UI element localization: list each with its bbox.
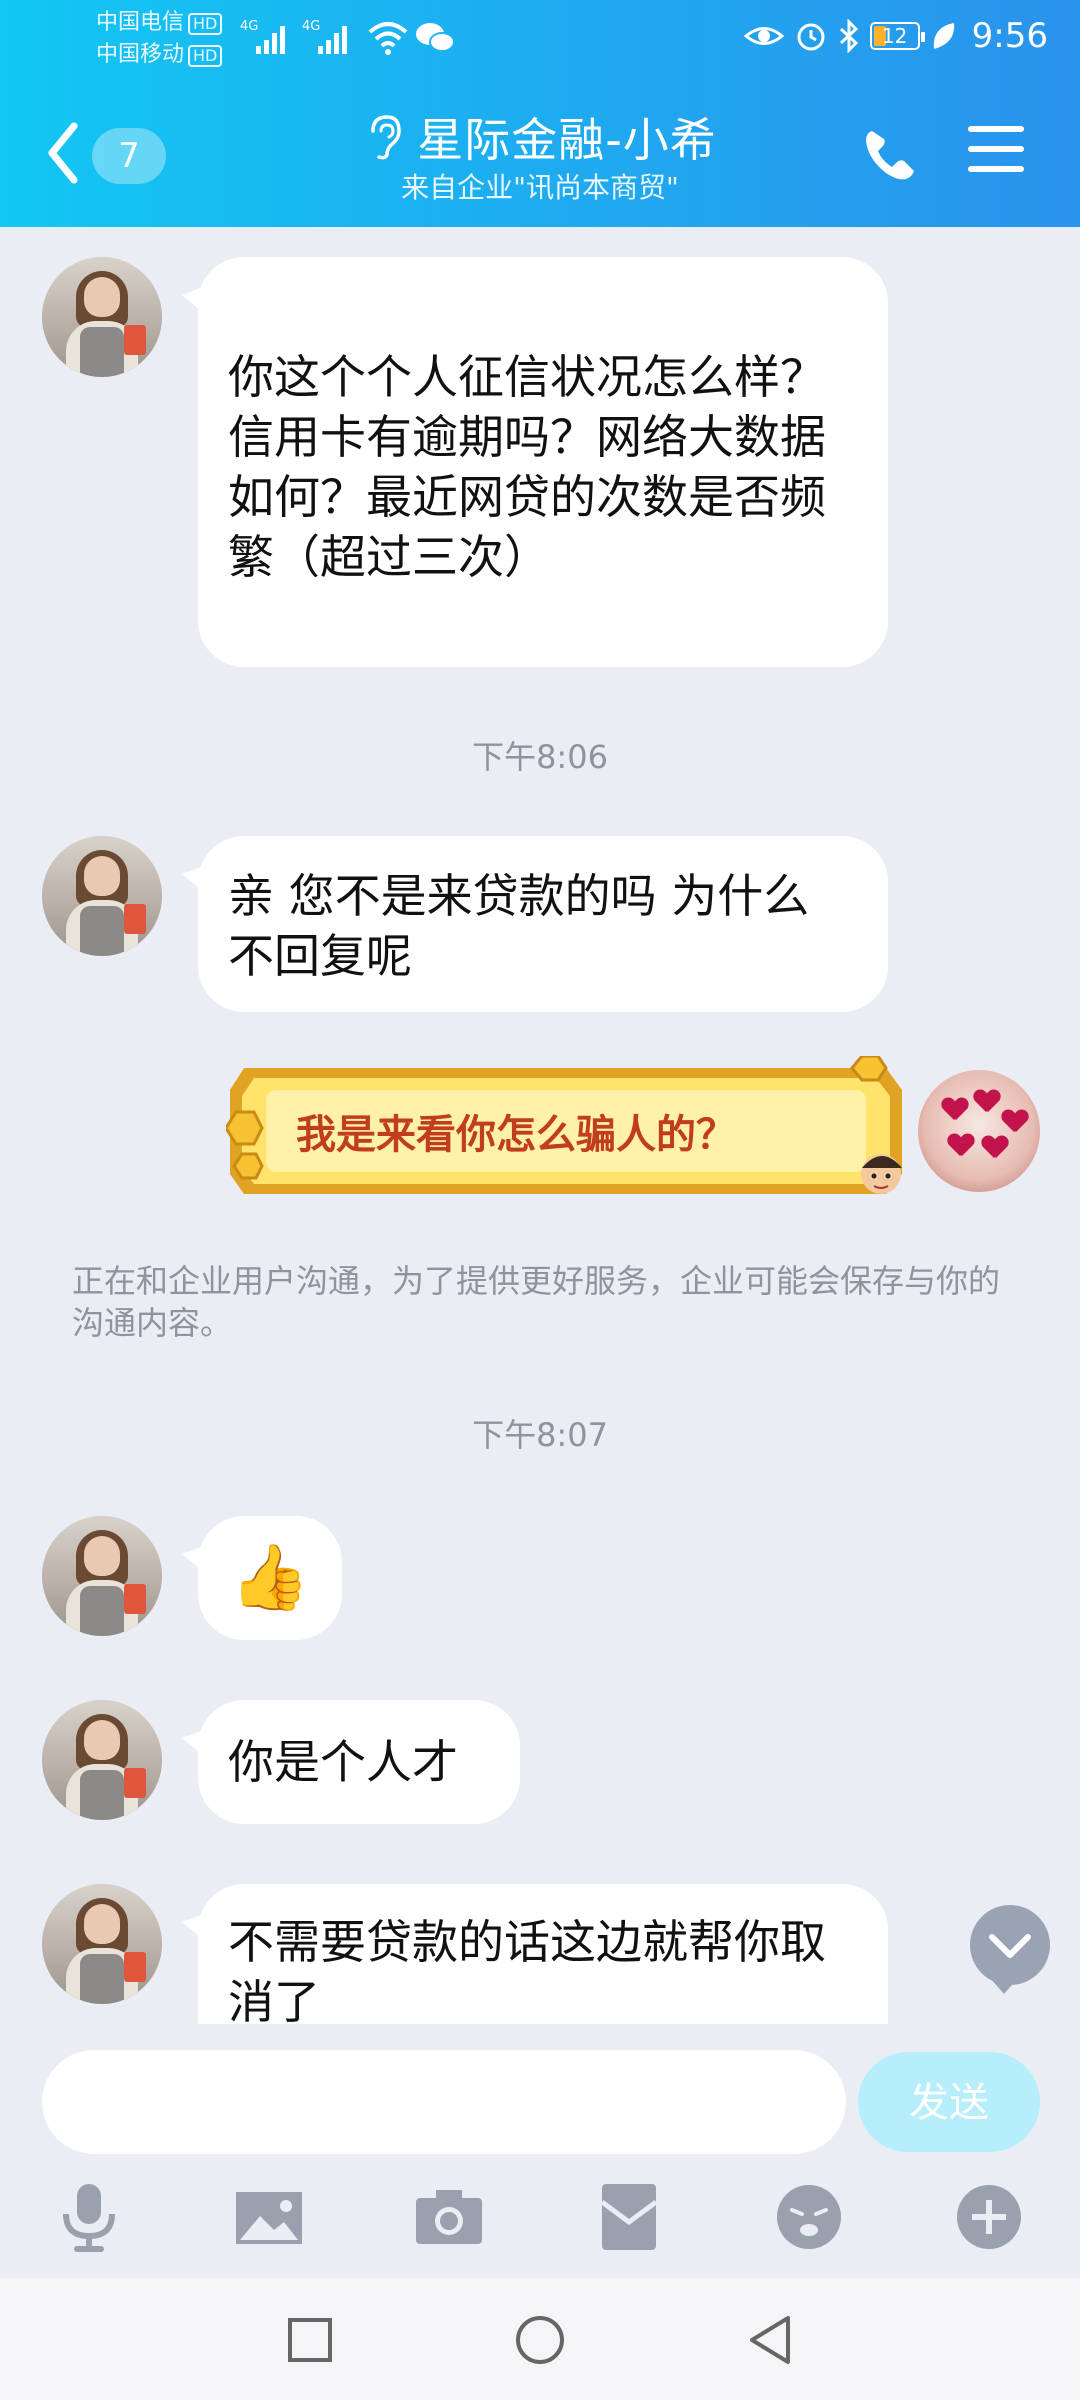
avatar[interactable] — [42, 1700, 162, 1820]
clock: 9:56 — [971, 16, 1048, 56]
message-text: 你这个个人征信状况怎么样？信用卡有逾期吗？网络大数据如何？最近网贷的次数是否频繁… — [228, 350, 826, 584]
message-input[interactable] — [42, 2050, 846, 2154]
emoji-icon[interactable] — [772, 2180, 846, 2254]
eye-icon — [743, 27, 784, 45]
message-bubble[interactable]: 你是个人才 — [182, 1700, 520, 1824]
menu-icon[interactable] — [968, 126, 1024, 178]
carrier-2: 中国移动 HD — [96, 40, 223, 70]
wechat-icon — [416, 23, 455, 52]
avatar[interactable] — [42, 1516, 162, 1636]
ear-icon — [371, 115, 401, 160]
system-navigation-bar — [0, 2278, 1080, 2400]
camera-icon[interactable] — [412, 2180, 486, 2254]
my-avatar[interactable] — [918, 1070, 1040, 1192]
hd-badge: HD — [188, 13, 223, 35]
microphone-icon[interactable] — [52, 2180, 126, 2254]
back-nav-icon[interactable] — [742, 2312, 798, 2368]
message-text: 亲 您不是来贷款的吗 为什么不回复呢 — [228, 869, 810, 983]
scroll-button-tail — [990, 1978, 1018, 1994]
home-icon[interactable] — [512, 2312, 568, 2368]
message-text: 不需要贷款的话这边就帮你取消了 — [228, 1915, 826, 2024]
sticker-message[interactable]: 我是来看你怎么骗人的？ — [226, 1056, 916, 1206]
privacy-notice: 正在和企业用户沟通，为了提供更好服务，企业可能会保存与你的沟通内容。 — [72, 1262, 1001, 1342]
send-button[interactable]: 发送 — [858, 2052, 1040, 2152]
leaf-icon — [933, 23, 954, 49]
timestamp: 下午8:06 — [472, 738, 608, 776]
message-bubble[interactable]: 亲 您不是来贷款的吗 为什么不回复呢 — [182, 836, 888, 1012]
carrier-2-label: 中国移动 — [96, 42, 185, 67]
message-bubble[interactable]: 你这个个人征信状况怎么样？信用卡有逾期吗？网络大数据如何？最近网贷的次数是否频繁… — [182, 257, 888, 667]
scroll-down-button[interactable] — [970, 1905, 1050, 1985]
battery-indicator: 12 — [869, 22, 925, 50]
message-bubble[interactable]: 👍 — [182, 1516, 342, 1640]
svg-text:4G: 4G — [240, 19, 258, 34]
carrier-1: 中国电信 HD — [96, 8, 223, 38]
chat-title[interactable]: 星际金融-小希 — [363, 104, 717, 170]
red-packet-icon[interactable] — [592, 2180, 666, 2254]
thumbs-up-icon: 👍 — [230, 1541, 310, 1615]
signal-icon: 4G — [240, 19, 285, 54]
carrier-1-label: 中国电信 — [96, 10, 185, 35]
chat-title-text: 星际金融-小希 — [417, 113, 717, 167]
wifi-icon — [368, 22, 408, 55]
plus-icon[interactable] — [952, 2180, 1026, 2254]
hd-badge-2: HD — [188, 45, 223, 67]
avatar[interactable] — [42, 836, 162, 956]
chat-header: 中国电信 HD 中国移动 HD 4G 4G 12 9:56 7 星际金融-小希 … — [0, 0, 1080, 227]
phone-icon[interactable] — [860, 125, 920, 185]
bubble-tail — [182, 1912, 208, 1944]
signal-icon-2: 4G — [302, 19, 347, 54]
svg-text:4G: 4G — [302, 19, 320, 34]
status-bar: 中国电信 HD 中国移动 HD 4G 4G 12 9:56 — [0, 0, 1080, 80]
message-bubble[interactable]: 不需要贷款的话这边就帮你取消了 — [198, 1884, 888, 2024]
alarm-icon — [797, 23, 825, 51]
timestamp: 下午8:07 — [472, 1416, 608, 1454]
image-icon[interactable] — [232, 2180, 306, 2254]
sticker-text: 我是来看你怎么骗人的？ — [296, 1111, 736, 1158]
status-right: 12 9:56 — [743, 16, 1048, 56]
bluetooth-icon — [839, 19, 858, 53]
avatar[interactable] — [42, 257, 162, 377]
avatar[interactable] — [42, 1884, 162, 2004]
message-text: 你是个人才 — [228, 1735, 458, 1789]
recents-icon[interactable] — [282, 2312, 338, 2368]
